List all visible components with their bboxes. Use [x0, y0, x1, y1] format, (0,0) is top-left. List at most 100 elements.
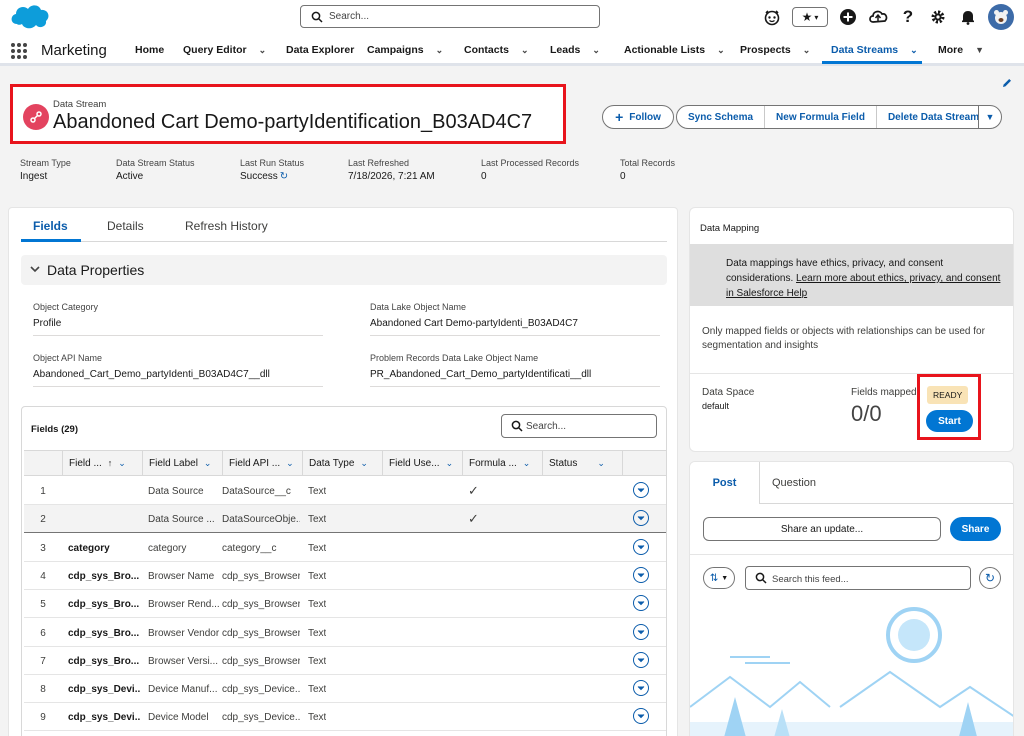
row-actions-chevron-icon[interactable]	[633, 680, 649, 696]
table-row[interactable]: 1 Data Source DataSource__c Text ✓	[24, 477, 666, 505]
global-search[interactable]: Search...	[300, 5, 600, 28]
column-header-field-name[interactable]: Field ... ↑ ⌄	[62, 451, 142, 475]
fields-table-title: Fields (29)	[31, 424, 78, 435]
chevron-down-icon[interactable]: ⌄	[523, 458, 531, 469]
tab-refresh-history[interactable]: Refresh History	[185, 219, 268, 233]
app-name: Marketing	[41, 42, 107, 59]
salesforce-logo[interactable]	[8, 2, 52, 32]
highlight-stream-type: Stream Type Ingest	[20, 158, 71, 182]
astro-icon[interactable]	[762, 7, 782, 27]
share-update-input[interactable]: Share an update...	[703, 517, 941, 541]
table-row[interactable]: 9 cdp_sys_Devi... Device Model cdp_sys_D…	[24, 703, 666, 731]
share-button[interactable]: Share	[950, 517, 1001, 541]
highlight-last-run-status: Last Run Status Success ↻	[240, 158, 305, 182]
new-formula-field-button[interactable]: New Formula Field	[765, 106, 877, 128]
app-launcher-icon[interactable]	[11, 43, 27, 59]
row-actions-chevron-icon[interactable]	[633, 539, 649, 555]
check-icon: ✓	[468, 483, 479, 498]
tab-fields[interactable]: Fields	[33, 219, 68, 233]
row-actions-chevron-icon[interactable]	[633, 624, 649, 640]
ethics-info-banner: Data mappings have ethics, privacy, and …	[690, 244, 1013, 306]
nav-item-prospects[interactable]: Prospects ⌄	[740, 44, 810, 56]
column-header-formula[interactable]: Formula ... ⌄	[462, 451, 542, 475]
row-actions-chevron-icon[interactable]	[633, 482, 649, 498]
table-row[interactable]: 3 category category category__c Text	[24, 534, 666, 562]
tab-question[interactable]: Question	[772, 462, 816, 504]
sync-schema-button[interactable]: Sync Schema	[677, 106, 766, 128]
chevron-down-icon[interactable]: ⌄	[436, 45, 444, 56]
global-create-icon[interactable]	[838, 7, 858, 27]
record-tabs: Fields Details Refresh History	[21, 208, 667, 242]
nav-item-data-explorer[interactable]: Data Explorer	[286, 44, 354, 56]
fields-table-card: Fields (29) Search... Field ... ↑ ⌄ Field …	[21, 406, 667, 736]
table-row[interactable]: 4 cdp_sys_Bro... Browser Name cdp_sys_Br…	[24, 562, 666, 590]
data-properties-section-header[interactable]: Data Properties	[21, 255, 667, 285]
gear-icon[interactable]	[928, 7, 948, 27]
feed-tabs: Post Question	[690, 462, 1013, 504]
table-row[interactable]: 2 Data Source ... DataSourceObje... Text…	[24, 505, 666, 533]
fields-search-input[interactable]: Search...	[501, 414, 657, 438]
refresh-icon[interactable]: ↻	[280, 171, 288, 182]
data-space-value: default	[702, 401, 730, 411]
sort-ascending-icon[interactable]: ↑	[108, 458, 113, 468]
nav-item-campaigns[interactable]: Campaigns ⌄	[367, 44, 443, 56]
column-header-status[interactable]: Status ⌄	[542, 451, 622, 475]
notification-bell-icon[interactable]	[958, 7, 978, 27]
caret-down-icon: ▼	[721, 574, 729, 582]
global-search-placeholder: Search...	[329, 11, 370, 22]
edit-nav-pencil-icon[interactable]	[1001, 77, 1013, 89]
nav-item-contacts[interactable]: Contacts ⌄	[464, 44, 528, 56]
help-icon[interactable]: ?	[898, 7, 918, 27]
column-header-data-type[interactable]: Data Type ⌄	[302, 451, 382, 475]
start-mapping-button[interactable]: Start	[926, 410, 973, 432]
feed-refresh-button[interactable]: ↻	[979, 567, 1001, 589]
chevron-down-icon[interactable]: ⌄	[118, 458, 126, 469]
nav-item-leads[interactable]: Leads ⌄	[550, 44, 600, 56]
empty-feed-illustration	[690, 607, 1013, 736]
caret-down-icon: ▼	[975, 45, 985, 55]
nav-item-actionable-lists[interactable]: Actionable Lists ⌄	[624, 44, 725, 56]
table-row[interactable]: 5 cdp_sys_Bro... Browser Rend... cdp_sys…	[24, 590, 666, 618]
status-badge: READY	[927, 386, 969, 404]
column-header-field-use[interactable]: Field Use... ⌄	[382, 451, 462, 475]
tab-post[interactable]: Post	[690, 462, 760, 504]
table-row[interactable]: 7 cdp_sys_Bro... Browser Versi... cdp_sy…	[24, 647, 666, 675]
chevron-down-icon[interactable]: ⌄	[717, 45, 725, 56]
chevron-down-icon[interactable]: ⌄	[259, 45, 267, 56]
tab-details[interactable]: Details	[107, 219, 144, 233]
table-row[interactable]: 8 cdp_sys_Devi... Device Manuf... cdp_sy…	[24, 675, 666, 703]
chevron-down-icon[interactable]: ⌄	[803, 45, 811, 56]
delete-data-stream-button[interactable]: Delete Data Stream	[877, 106, 990, 128]
chevron-down-icon[interactable]: ⌄	[286, 458, 294, 469]
nav-item-query-editor[interactable]: Query Editor ⌄	[183, 44, 266, 56]
chevron-down-icon[interactable]: ⌄	[592, 45, 600, 56]
row-actions-chevron-icon[interactable]	[633, 652, 649, 668]
chevron-down-icon[interactable]: ⌄	[521, 45, 529, 56]
nav-item-more[interactable]: More ▼	[938, 44, 984, 56]
nav-item-home[interactable]: Home	[135, 44, 164, 56]
column-header-field-api[interactable]: Field API ... ⌄	[222, 451, 302, 475]
feed-search-input[interactable]: Search this feed...	[745, 566, 971, 590]
fields-mapped-value: 0/0	[851, 401, 882, 426]
chevron-down-icon[interactable]: ⌄	[360, 458, 368, 469]
table-row[interactable]: 6 cdp_sys_Bro... Browser Vendor cdp_sys_…	[24, 619, 666, 647]
chatter-feed-card: Post Question Share an update... Share ⇅…	[689, 461, 1014, 736]
follow-button[interactable]: + Follow	[602, 105, 674, 129]
row-actions-chevron-icon[interactable]	[633, 510, 649, 526]
user-avatar[interactable]	[988, 4, 1014, 30]
chevron-down-icon[interactable]: ⌄	[910, 45, 918, 56]
refresh-icon: ↻	[984, 571, 996, 585]
star-icon: ★	[801, 10, 813, 24]
chevron-down-icon[interactable]: ⌄	[204, 458, 212, 469]
trailhead-icon[interactable]	[868, 7, 888, 27]
nav-item-data-streams[interactable]: Data Streams ⌄	[831, 44, 918, 56]
chevron-down-icon[interactable]: ⌄	[446, 458, 454, 469]
chevron-down-icon[interactable]: ⌄	[597, 458, 605, 469]
row-actions-chevron-icon[interactable]	[633, 567, 649, 583]
row-actions-chevron-icon[interactable]	[633, 595, 649, 611]
more-actions-button[interactable]: ▼	[978, 105, 1002, 129]
row-actions-chevron-icon[interactable]	[633, 708, 649, 724]
column-header-field-label[interactable]: Field Label ⌄	[142, 451, 222, 475]
feed-sort-button[interactable]: ⇅ ▼	[703, 567, 735, 589]
favorites-button[interactable]: ★ ▾	[792, 7, 828, 27]
